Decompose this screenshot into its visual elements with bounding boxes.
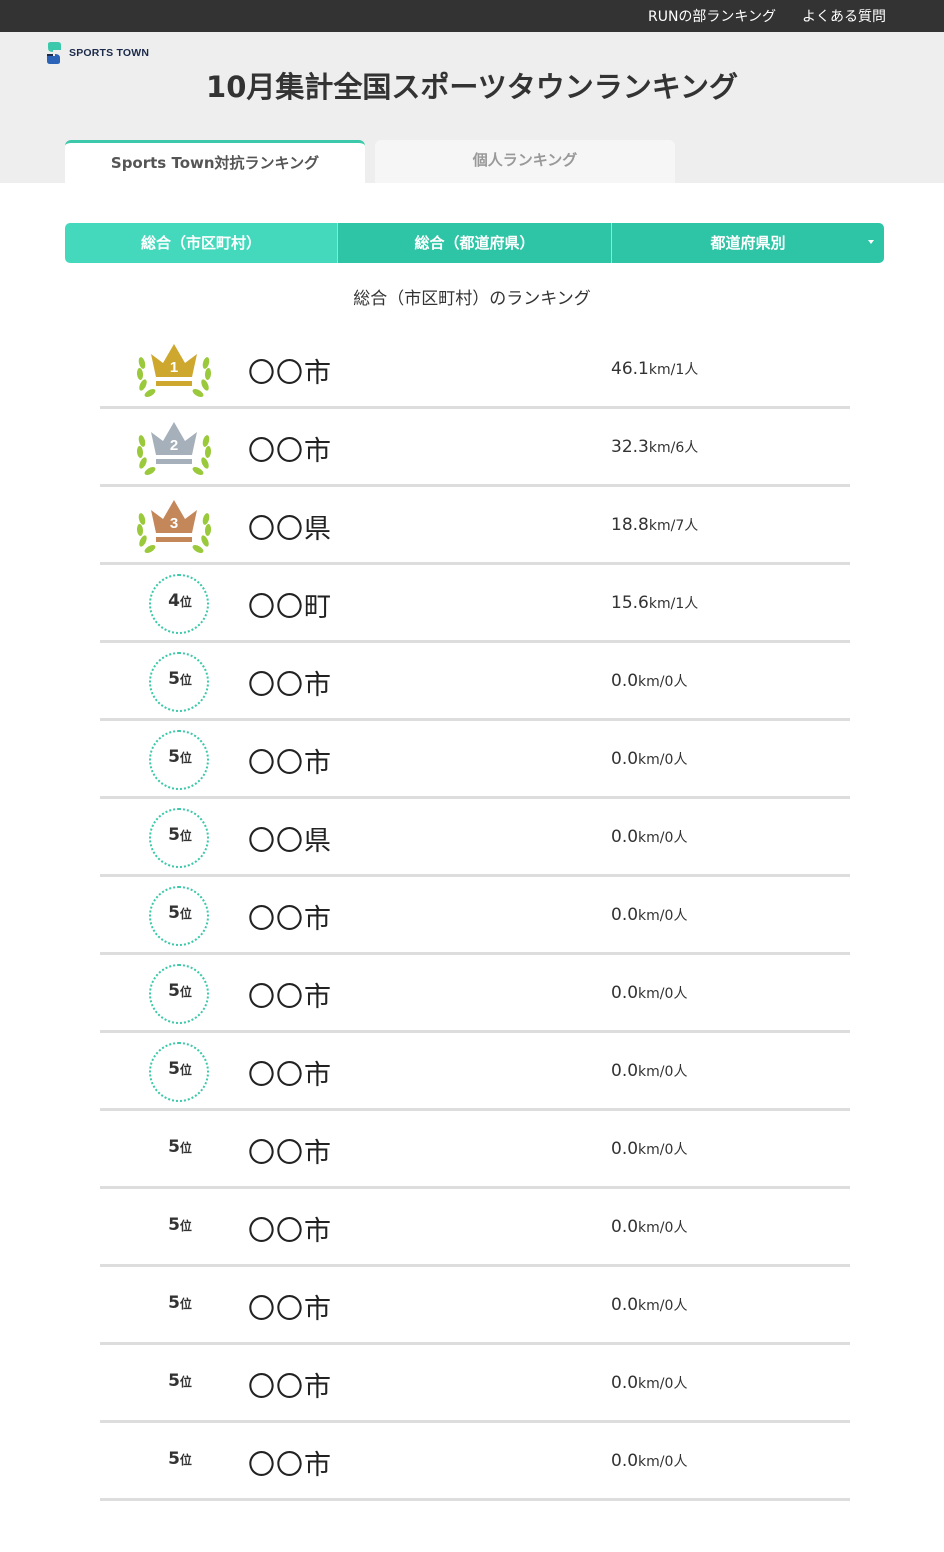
- ranking-row: 2 〇〇市 32.3km/6人: [100, 409, 850, 487]
- chevron-down-icon: [868, 240, 874, 244]
- distance-per-person: 0.0km/0人: [611, 1061, 688, 1081]
- top-navbar: RUNの部ランキング よくある質問: [0, 0, 944, 32]
- bronze-crown-icon: 3: [136, 500, 212, 553]
- area-name: 〇〇市: [248, 982, 332, 1013]
- area-name: 〇〇市: [248, 436, 332, 467]
- rank-number: 5位: [168, 1371, 192, 1391]
- rank-number: 4位: [168, 591, 192, 611]
- distance-per-person: 0.0km/0人: [611, 1139, 688, 1159]
- rank-number: 5位: [168, 669, 192, 689]
- ranking-row: 5位 〇〇市 0.0km/0人: [100, 1111, 850, 1189]
- ranking-row: 5位 〇〇市 0.0km/0人: [100, 877, 850, 955]
- ranking-row: 5位 〇〇市 0.0km/0人: [100, 1189, 850, 1267]
- ranking-scope-selector: 総合（市区町村） 総合（都道府県） 都道府県別: [65, 223, 884, 263]
- area-name: 〇〇県: [248, 514, 332, 545]
- area-name: 〇〇市: [248, 1216, 332, 1247]
- ranking-row: 1 〇〇市 46.1km/1人: [100, 331, 850, 409]
- sports-town-logo[interactable]: SPORTS TOWN: [45, 42, 149, 64]
- svg-text:2: 2: [170, 437, 178, 454]
- segment-by-prefecture-dropdown[interactable]: 都道府県別: [611, 223, 884, 263]
- rank-number: 5位: [168, 903, 192, 923]
- area-name: 〇〇市: [248, 358, 332, 389]
- distance-per-person: 0.0km/0人: [611, 749, 688, 769]
- distance-per-person: 18.8km/7人: [611, 515, 699, 535]
- distance-per-person: 0.0km/0人: [611, 983, 688, 1003]
- area-name: 〇〇市: [248, 1372, 332, 1403]
- ranking-row: 5位 〇〇市 0.0km/0人: [100, 1267, 850, 1345]
- rank-number: 5位: [168, 1059, 192, 1079]
- logo-icon: [47, 42, 61, 64]
- ranking-row: 3 〇〇県 18.8km/7人: [100, 487, 850, 565]
- distance-per-person: 0.0km/0人: [611, 1451, 688, 1471]
- header: SPORTS TOWN 10月集計全国スポーツタウンランキング Sports T…: [0, 32, 944, 183]
- rank-number: 5位: [168, 825, 192, 845]
- area-name: 〇〇県: [248, 826, 332, 857]
- rank-number: 5位: [168, 1449, 192, 1469]
- ranking-row: 5位 〇〇県 0.0km/0人: [100, 799, 850, 877]
- area-name: 〇〇市: [248, 670, 332, 701]
- faq-link[interactable]: よくある質問: [802, 6, 886, 26]
- area-name: 〇〇市: [248, 1294, 332, 1325]
- rank-number: 5位: [168, 1215, 192, 1235]
- ranking-row: 5位 〇〇市 0.0km/0人: [100, 1423, 850, 1501]
- ranking-list: 1 〇〇市 46.1km/1人 2 〇〇市 32.3km/6人 3 〇〇県 18…: [100, 331, 850, 1501]
- distance-per-person: 0.0km/0人: [611, 1373, 688, 1393]
- run-ranking-link[interactable]: RUNの部ランキング: [648, 6, 776, 26]
- distance-per-person: 0.0km/0人: [611, 827, 688, 847]
- segment-city-total[interactable]: 総合（市区町村）: [65, 223, 337, 263]
- area-name: 〇〇町: [248, 592, 332, 623]
- logo-text: SPORTS TOWN: [69, 47, 150, 59]
- distance-per-person: 0.0km/0人: [611, 905, 688, 925]
- segment-prefecture-total[interactable]: 総合（都道府県）: [337, 223, 611, 263]
- segment-by-prefecture-label: 都道府県別: [710, 234, 786, 252]
- ranking-row: 5位 〇〇市 0.0km/0人: [100, 1033, 850, 1111]
- area-name: 〇〇市: [248, 1138, 332, 1169]
- area-name: 〇〇市: [248, 748, 332, 779]
- rank-number: 5位: [168, 747, 192, 767]
- rank-number: 5位: [168, 1293, 192, 1313]
- distance-per-person: 15.6km/1人: [611, 593, 699, 613]
- gold-crown-icon: 1: [136, 344, 212, 397]
- ranking-row: 4位 〇〇町 15.6km/1人: [100, 565, 850, 643]
- distance-per-person: 0.0km/0人: [611, 1217, 688, 1237]
- svg-text:3: 3: [170, 515, 178, 532]
- distance-per-person: 46.1km/1人: [611, 359, 699, 379]
- area-name: 〇〇市: [248, 1450, 332, 1481]
- distance-per-person: 0.0km/0人: [611, 671, 688, 691]
- ranking-row: 5位 〇〇市 0.0km/0人: [100, 955, 850, 1033]
- area-name: 〇〇市: [248, 904, 332, 935]
- tab-sports-town-ranking[interactable]: Sports Town対抗ランキング: [65, 140, 365, 183]
- tab-individual-ranking[interactable]: 個人ランキング: [375, 140, 675, 183]
- distance-per-person: 0.0km/0人: [611, 1295, 688, 1315]
- silver-crown-icon: 2: [136, 422, 212, 475]
- ranking-row: 5位 〇〇市 0.0km/0人: [100, 1345, 850, 1423]
- ranking-row: 5位 〇〇市 0.0km/0人: [100, 643, 850, 721]
- rank-number: 5位: [168, 1137, 192, 1157]
- page-title: 10月集計全国スポーツタウンランキング: [206, 70, 738, 104]
- distance-per-person: 32.3km/6人: [611, 437, 699, 457]
- ranking-subtitle: 総合（市区町村）のランキング: [353, 289, 591, 309]
- area-name: 〇〇市: [248, 1060, 332, 1091]
- svg-text:1: 1: [170, 359, 178, 376]
- rank-number: 5位: [168, 981, 192, 1001]
- ranking-row: 5位 〇〇市 0.0km/0人: [100, 721, 850, 799]
